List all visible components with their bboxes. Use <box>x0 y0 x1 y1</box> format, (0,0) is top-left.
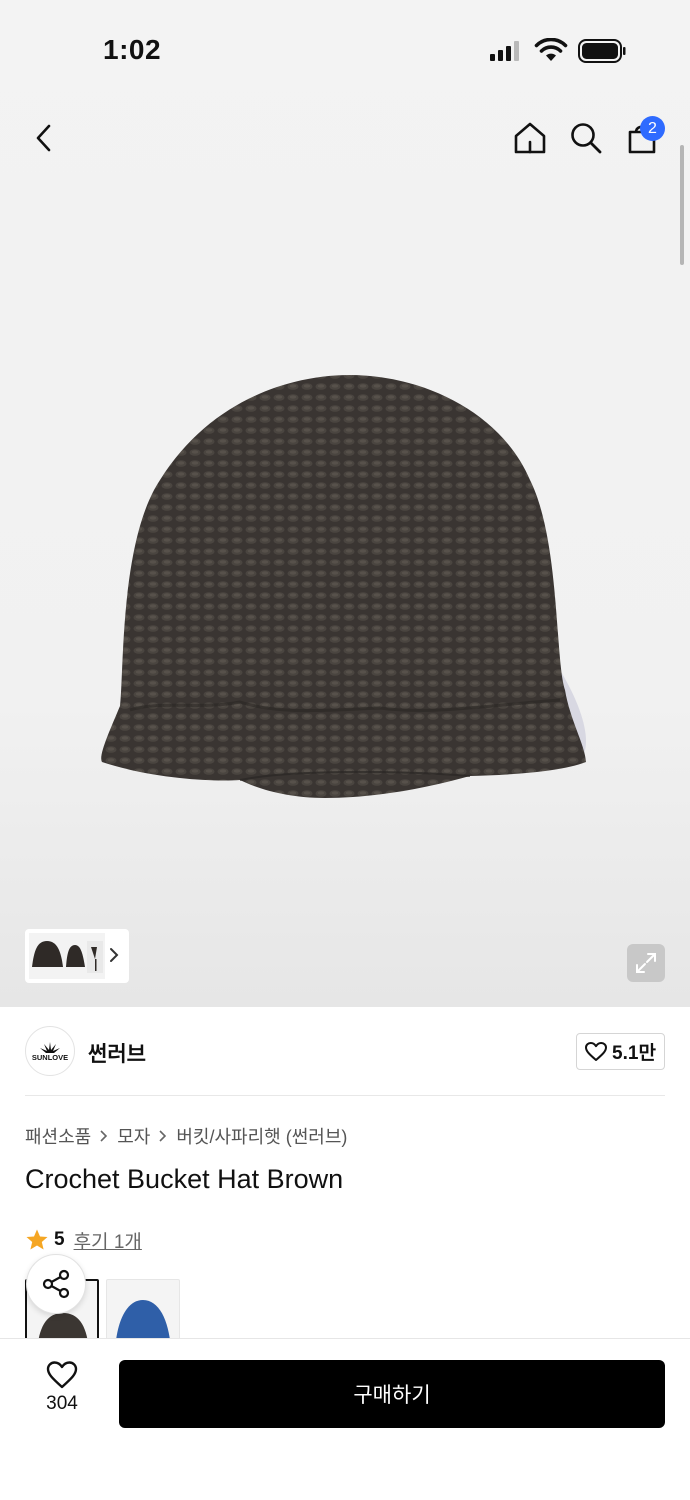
brand-name[interactable]: 썬러브 <box>88 1038 146 1068</box>
expand-image-button[interactable] <box>627 944 665 982</box>
status-bar: 1:02 <box>0 0 690 100</box>
rating-score: 5 <box>54 1229 65 1250</box>
wishlist-count: 304 <box>46 1393 78 1414</box>
bottom-action-bar: 304 구매하기 <box>0 1338 690 1500</box>
battery-icon <box>578 39 626 63</box>
brand-like-button[interactable]: 5.1만 <box>576 1033 665 1070</box>
back-button[interactable] <box>20 110 68 166</box>
scrollbar[interactable] <box>680 145 684 265</box>
heart-icon <box>46 1361 78 1389</box>
sunlove-logo: SUNLOVE <box>32 1042 68 1062</box>
home-icon <box>514 122 546 154</box>
chevron-right-icon <box>158 1129 168 1143</box>
breadcrumb-item[interactable]: 버킷/사파리햇 (썬러브) <box>176 1123 347 1149</box>
share-icon <box>42 1269 70 1299</box>
status-time: 1:02 <box>103 34 162 65</box>
svg-text:SUNLOVE: SUNLOVE <box>32 1053 68 1062</box>
brand-row: SUNLOVE 썬러브 5.1만 <box>25 1026 665 1076</box>
thumbnail-images <box>29 933 105 979</box>
review-count-link[interactable]: 후기 1개 <box>74 1227 142 1254</box>
cellular-signal-icon <box>490 41 519 61</box>
divider <box>25 1095 665 1096</box>
breadcrumb-item[interactable]: 패션소품 <box>25 1123 91 1149</box>
search-icon <box>571 123 602 154</box>
brand-like-count: 5.1만 <box>612 1043 656 1064</box>
chevron-right-icon <box>110 948 119 962</box>
home-button[interactable] <box>506 110 554 166</box>
brand-logo[interactable]: SUNLOVE <box>25 1026 75 1076</box>
wishlist-button[interactable]: 304 <box>22 1361 102 1427</box>
chevron-right-icon <box>99 1129 109 1143</box>
expand-icon <box>636 953 656 973</box>
rating-row: 5 후기 1개 <box>25 1226 142 1254</box>
cart-count-badge: 2 <box>640 116 665 141</box>
wifi-icon <box>534 38 568 61</box>
breadcrumb: 패션소품 모자 버킷/사파리햇 (썬러브) <box>25 1122 347 1150</box>
image-thumbnail-strip[interactable] <box>25 929 129 983</box>
search-button[interactable] <box>562 110 610 166</box>
product-title: Crochet Bucket Hat Brown <box>25 1164 344 1194</box>
back-icon <box>36 124 51 152</box>
share-button[interactable] <box>26 1254 86 1314</box>
product-photo-hat <box>101 375 587 798</box>
product-image-gallery[interactable]: 1:02 2 <box>0 0 690 1007</box>
breadcrumb-item[interactable]: 모자 <box>117 1123 150 1149</box>
star-icon <box>26 1229 48 1250</box>
buy-button[interactable]: 구매하기 <box>119 1360 665 1428</box>
top-navigation <box>0 110 690 170</box>
heart-icon <box>585 1041 608 1061</box>
